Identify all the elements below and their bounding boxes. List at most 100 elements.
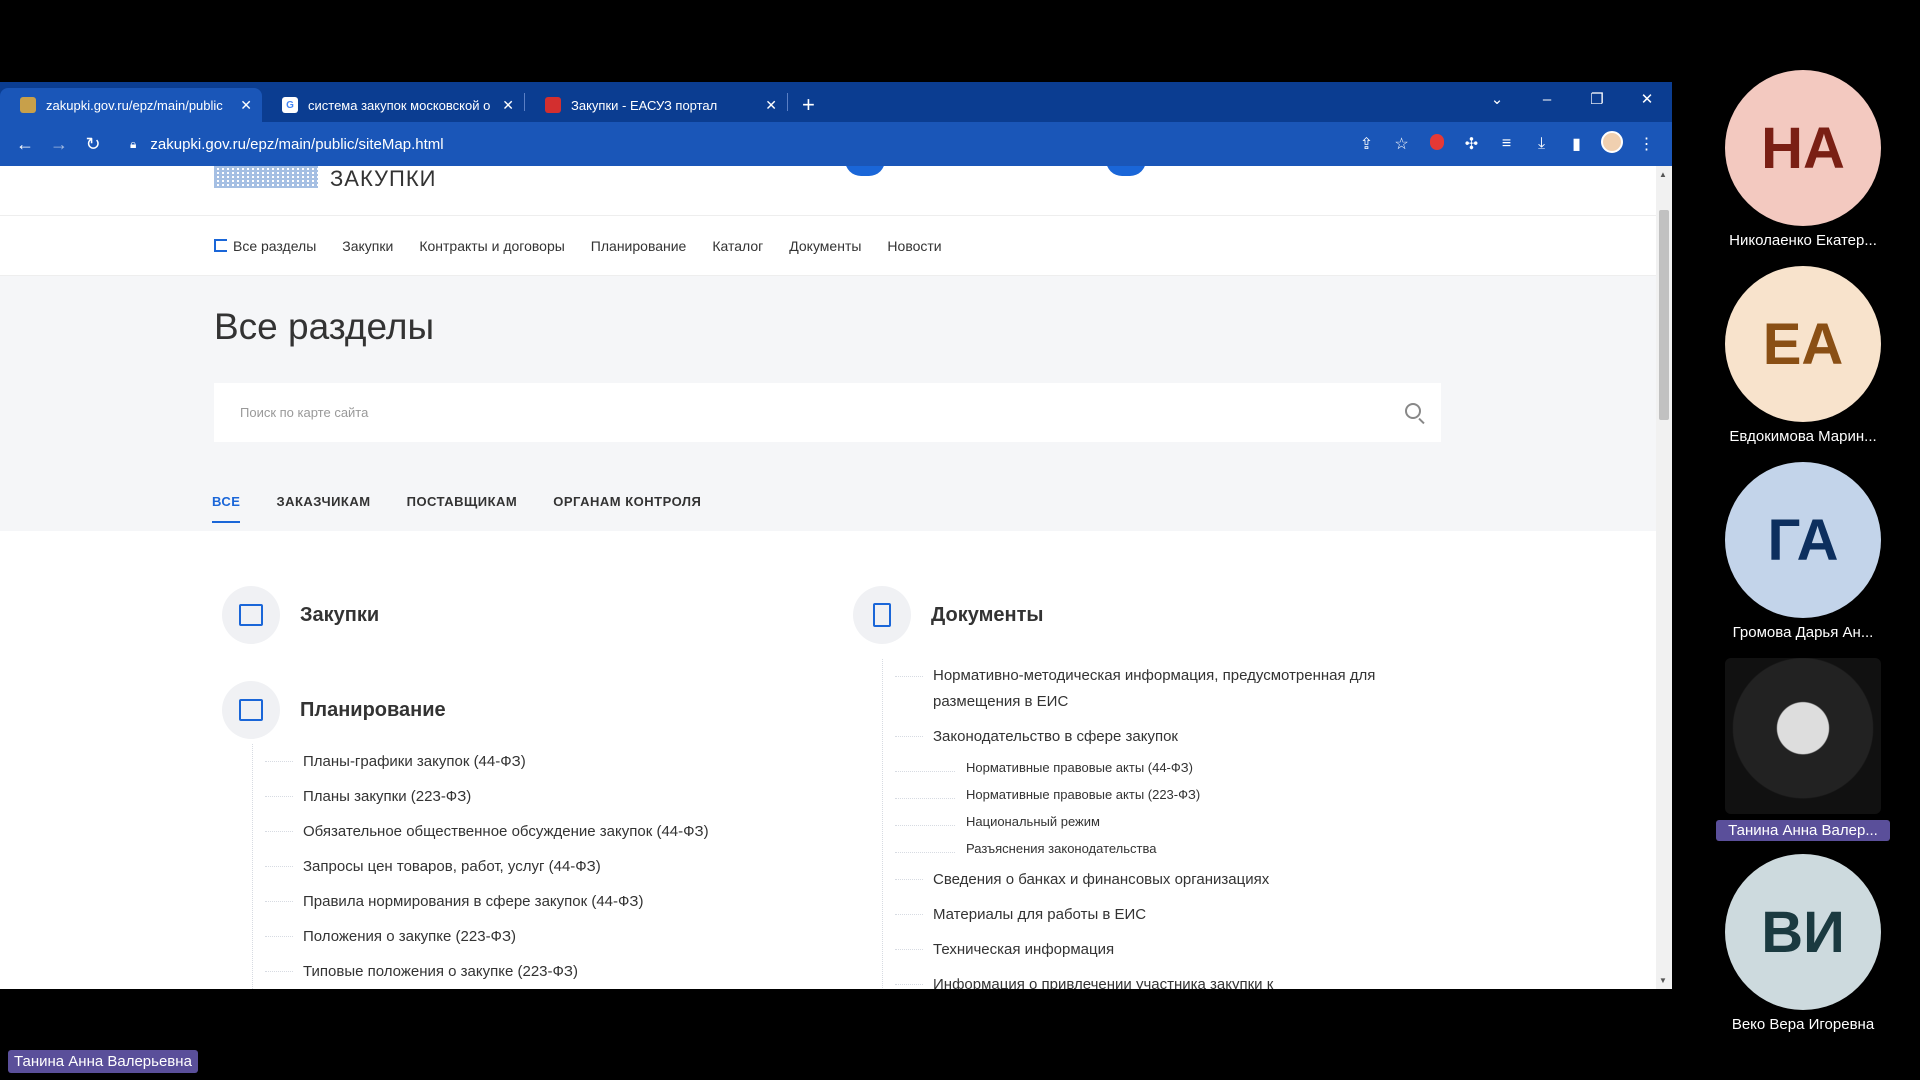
toolbar-icons: ⇪ ☆ ✣ ≡ ⤓ ▮ ⋮ [1349,122,1664,166]
tab-easuz[interactable]: Закупки - ЕАСУЗ портал ✕ [525,88,787,122]
tab-title: Закупки - ЕАСУЗ портал [571,97,718,113]
tab-google-search[interactable]: G система закупок московской о ✕ [262,88,524,122]
speaker-name-label: Танина Анна Валерьевна [8,1050,198,1073]
search-icon[interactable] [1405,403,1421,419]
address-bar[interactable]: 🔒︎ zakupki.gov.ru/epz/main/public/siteMa… [122,128,1312,160]
sitemap-search-input[interactable]: Поиск по карте сайта [214,383,1441,442]
nav-news[interactable]: Новости [887,238,941,254]
site-logo[interactable]: ЗАКУПКИ [330,166,436,192]
participant-tile-speaking[interactable]: Танина Анна Валер... [1712,658,1894,846]
link-item[interactable]: Техническая информация [895,932,1423,967]
planning-links: Планы-графики закупок (44-ФЗ) Планы заку… [252,744,709,989]
menu-kebab-icon[interactable]: ⋮ [1629,134,1664,154]
forward-arrow-icon[interactable]: → [42,134,76,155]
nav-label: Все разделы [233,237,317,254]
link-item[interactable]: Законодательство в сфере закупок [895,719,1423,754]
page-title: Все разделы [214,306,435,347]
avatar: ГА [1725,462,1881,618]
link-item[interactable]: Запросы цен товаров, работ, услуг (44-ФЗ… [265,849,709,884]
documents-links: Нормативно-методическая информация, пред… [882,659,1423,989]
reload-icon[interactable]: ↻ [76,134,110,155]
scroll-down-icon[interactable]: ▼ [1659,976,1667,985]
link-item[interactable]: Обязательное общественное обсуждение зак… [265,814,709,849]
new-tab-button[interactable]: + [788,88,829,122]
lock-icon[interactable]: 🔒︎ [130,137,136,152]
link-item[interactable]: Сведения о банках и финансовых организац… [895,862,1423,897]
tab-customers[interactable]: ЗАКАЗЧИКАМ [276,494,370,523]
sitemap-content: Закупки Планирование Планы-графики закуп… [0,531,1656,989]
nav-all-sections[interactable]: Все разделы [214,238,316,254]
page-scrollbar[interactable]: ▲ ▼ [1656,166,1672,989]
participant-name: Евдокимова Марин... [1729,428,1877,445]
close-tab-icon[interactable]: ✕ [240,97,252,114]
sub-link-item[interactable]: Разъяснения законодательства [895,835,1423,862]
emblem-favicon-icon [20,97,36,113]
tab-control-bodies[interactable]: ОРГАНАМ КОНТРОЛЯ [553,494,701,523]
nav-zakupki[interactable]: Закупки [342,238,393,254]
link-item[interactable]: Правила нормирования в сфере закупок (44… [265,884,709,919]
minimize-icon[interactable]: – [1522,91,1572,108]
link-item[interactable]: Положения о закупке (223-ФЗ) [265,919,709,954]
audience-filter-tabs: ВСЕ ЗАКАЗЧИКАМ ПОСТАВЩИКАМ ОРГАНАМ КОНТР… [212,494,737,523]
extensions-puzzle-icon[interactable]: ✣ [1454,134,1489,154]
nav-contracts[interactable]: Контракты и договоры [419,238,564,254]
url-text: zakupki.gov.ru/epz/main/public/siteMap.h… [150,135,444,153]
participant-tile[interactable]: ГА Громова Дарья Ан... [1712,462,1894,641]
link-item[interactable]: Нормативно-методическая информация, пред… [895,659,1423,719]
tab-suppliers[interactable]: ПОСТАВЩИКАМ [407,494,518,523]
section-title[interactable]: Закупки [300,604,379,627]
easuz-favicon-icon [545,97,561,113]
link-item[interactable]: Материалы для работы в ЕИС [895,897,1423,932]
tab-search-icon[interactable]: ⌄ [1472,90,1522,108]
participant-video [1725,658,1881,814]
restore-icon[interactable]: ❐ [1572,90,1622,108]
close-tab-icon[interactable]: ✕ [502,97,514,114]
avatar: ЕА [1725,266,1881,422]
profile-avatar-icon[interactable] [1594,130,1629,158]
sub-link-item[interactable]: Нормативные правовые акты (44-ФЗ) [895,754,1423,781]
sitemap-icon [214,239,227,252]
close-window-icon[interactable]: ✕ [1622,90,1672,108]
link-item[interactable]: Типовые положения о закупке (223-ФЗ) [265,954,709,989]
participant-name: Веко Вера Игоревна [1731,1016,1875,1033]
scroll-up-icon[interactable]: ▲ [1659,170,1667,179]
reading-list-icon[interactable]: ≡ [1489,135,1524,153]
participant-tile[interactable]: НА Николаенко Екатер... [1712,70,1894,249]
header-circle-icon[interactable] [845,166,885,176]
participant-tile[interactable]: ЕА Евдокимова Марин... [1712,266,1894,445]
participant-name: Николаенко Екатер... [1729,232,1877,249]
scrollbar-thumb[interactable] [1659,210,1669,420]
page-hero: Все разделы Поиск по карте сайта ВСЕ ЗАК… [0,276,1656,531]
site-header: ЗАКУПКИ [0,166,1656,216]
section-title[interactable]: Планирование [300,699,446,722]
tab-all[interactable]: ВСЕ [212,494,241,523]
close-tab-icon[interactable]: ✕ [765,97,777,114]
browser-toolbar: ← → ↻ 🔒︎ zakupki.gov.ru/epz/main/public/… [0,122,1672,166]
folder-icon [222,586,280,644]
side-panel-icon[interactable]: ▮ [1559,134,1594,154]
participant-name: Танина Анна Валер... [1716,820,1890,841]
link-item[interactable]: Планы-графики закупок (44-ФЗ) [265,744,709,779]
link-item[interactable]: Планы закупки (223-ФЗ) [265,779,709,814]
sub-link-item[interactable]: Нормативные правовые акты (223-ФЗ) [895,781,1423,808]
section-title[interactable]: Документы [931,604,1043,627]
bookmark-star-icon[interactable]: ☆ [1384,134,1419,154]
nav-documents[interactable]: Документы [789,238,861,254]
tab-title: zakupki.gov.ru/epz/main/public [46,97,223,113]
participant-tile[interactable]: ВИ Веко Вера Игоревна [1712,854,1894,1033]
participant-name: Громова Дарья Ан... [1732,624,1874,641]
download-icon[interactable]: ⤓ [1524,135,1559,153]
tab-title: система закупок московской о [308,97,491,113]
nav-planning[interactable]: Планирование [591,238,687,254]
tab-zakupki[interactable]: zakupki.gov.ru/epz/main/public ✕ [0,88,262,122]
back-arrow-icon[interactable]: ← [8,134,42,155]
share-icon[interactable]: ⇪ [1349,134,1384,154]
avatar: НА [1725,70,1881,226]
extension-red-icon[interactable] [1419,133,1454,155]
sub-link-item[interactable]: Национальный режим [895,808,1423,835]
section-planning: Планирование [222,681,446,739]
google-favicon-icon: G [282,97,298,113]
nav-catalog[interactable]: Каталог [712,238,763,254]
link-item[interactable]: Информация о привлечении участника закуп… [895,967,1423,989]
header-circle-icon[interactable] [1106,166,1146,176]
